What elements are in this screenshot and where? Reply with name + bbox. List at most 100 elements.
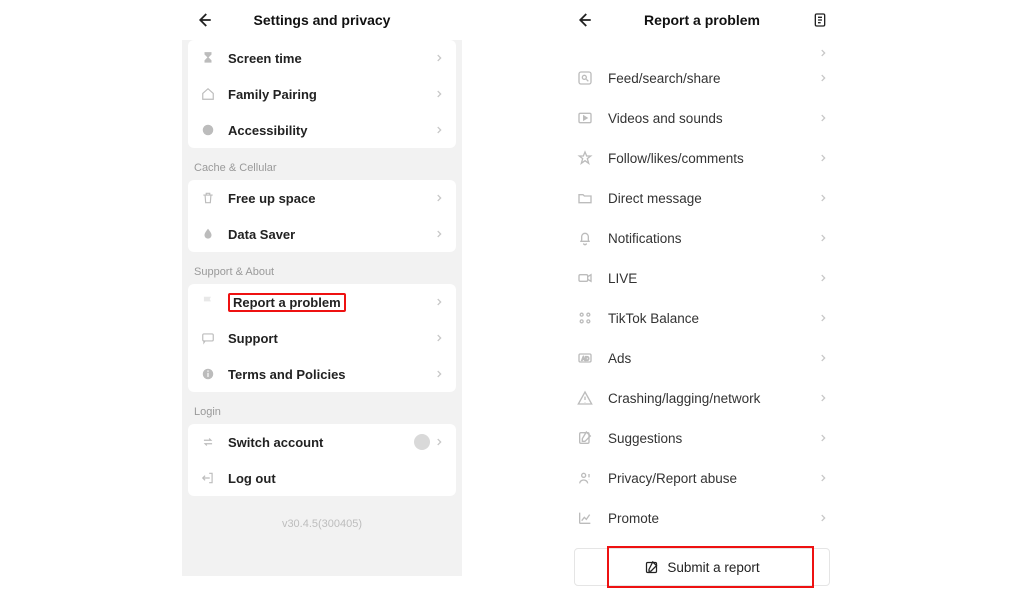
version-text: v30.4.5(300405)	[182, 500, 462, 540]
grid-icon	[576, 309, 594, 327]
row-feed-search-share[interactable]: Feed/search/share	[562, 58, 842, 98]
row-label: Suggestions	[608, 431, 818, 446]
ad-icon: AD	[576, 349, 594, 367]
avatar-icon	[414, 434, 430, 450]
chevron-right-icon	[434, 369, 444, 379]
row-label: LIVE	[608, 271, 818, 286]
cache-card: Free up space Data Saver	[188, 180, 456, 252]
report-phone: Report a problem Feed/search/share Video…	[562, 0, 842, 576]
video-icon	[576, 109, 594, 127]
chevron-right-icon	[434, 297, 444, 307]
flag-icon	[200, 294, 216, 310]
section-header-support: Support & About	[182, 256, 462, 284]
chevron-right-icon	[818, 113, 828, 123]
edit-note-icon	[576, 429, 594, 447]
row-label: Terms and Policies	[228, 367, 434, 382]
row-privacy-report[interactable]: Privacy/Report abuse	[562, 458, 842, 498]
row-ads[interactable]: AD Ads	[562, 338, 842, 378]
row-label: TikTok Balance	[608, 311, 818, 326]
row-tiktok-balance[interactable]: TikTok Balance	[562, 298, 842, 338]
chevron-right-icon	[818, 353, 828, 363]
row-label: Accessibility	[228, 123, 434, 138]
folder-icon	[576, 189, 594, 207]
row-family-pairing[interactable]: Family Pairing	[188, 76, 456, 112]
chevron-right-icon	[434, 125, 444, 135]
row-suggestions[interactable]: Suggestions	[562, 418, 842, 458]
row-support[interactable]: Support	[188, 320, 456, 356]
row-label: Data Saver	[228, 227, 434, 242]
row-accessibility[interactable]: Accessibility	[188, 112, 456, 148]
form-icon	[812, 12, 828, 28]
row-direct-message[interactable]: Direct message	[562, 178, 842, 218]
compose-icon	[644, 560, 659, 575]
chat-icon	[200, 330, 216, 346]
row-live[interactable]: LIVE	[562, 258, 842, 298]
star-icon	[576, 149, 594, 167]
row-promote[interactable]: Promote	[562, 498, 842, 538]
settings-phone: Settings and privacy Screen time Family …	[182, 0, 462, 576]
content-card: Screen time Family Pairing Accessibility	[188, 40, 456, 148]
row-videos-sounds[interactable]: Videos and sounds	[562, 98, 842, 138]
row-label: Log out	[228, 471, 444, 486]
chevron-right-icon	[434, 229, 444, 239]
row-label: Switch account	[228, 435, 414, 450]
row-label: Notifications	[608, 231, 818, 246]
row-log-out[interactable]: Log out	[188, 460, 456, 496]
row-label: Privacy/Report abuse	[608, 471, 818, 486]
chevron-right-icon	[818, 153, 828, 163]
form-history-button[interactable]	[810, 10, 830, 30]
section-header-login: Login	[182, 396, 462, 424]
row-free-up-space[interactable]: Free up space	[188, 180, 456, 216]
row-crashing[interactable]: Crashing/lagging/network	[562, 378, 842, 418]
support-card: Report a problem Support Terms and Polic…	[188, 284, 456, 392]
row-label: Free up space	[228, 191, 434, 206]
chevron-right-icon	[818, 73, 828, 83]
row-follow-likes-comments[interactable]: Follow/likes/comments	[562, 138, 842, 178]
search-page-icon	[576, 69, 594, 87]
logout-icon	[200, 470, 216, 486]
droplet-icon	[200, 226, 216, 242]
back-button[interactable]	[194, 10, 214, 30]
chevron-right-icon	[434, 53, 444, 63]
row-notifications[interactable]: Notifications	[562, 218, 842, 258]
chevron-right-icon	[434, 333, 444, 343]
row-report-problem[interactable]: Report a problem	[188, 284, 456, 320]
chevron-right-icon	[434, 437, 444, 447]
warning-icon	[576, 389, 594, 407]
submit-wrap: Submit a report	[562, 538, 842, 592]
accessibility-icon	[200, 122, 216, 138]
trash-icon	[200, 190, 216, 206]
row-label: Crashing/lagging/network	[608, 391, 818, 406]
chevron-right-icon	[818, 48, 828, 58]
row-partial-top[interactable]	[562, 40, 842, 58]
row-data-saver[interactable]: Data Saver	[188, 216, 456, 252]
row-label: Screen time	[228, 51, 434, 66]
row-switch-account[interactable]: Switch account	[188, 424, 456, 460]
bell-icon	[576, 229, 594, 247]
back-button[interactable]	[574, 10, 594, 30]
row-label: Family Pairing	[228, 87, 434, 102]
info-icon	[200, 366, 216, 382]
submit-report-button[interactable]: Submit a report	[574, 548, 830, 586]
submit-label: Submit a report	[667, 560, 759, 575]
chevron-right-icon	[818, 393, 828, 403]
row-label: Report a problem	[228, 293, 434, 312]
chevron-right-icon	[434, 193, 444, 203]
back-arrow-icon	[195, 11, 213, 29]
login-card: Switch account Log out	[188, 424, 456, 496]
hourglass-icon	[200, 50, 216, 66]
report-topbar: Report a problem	[562, 0, 842, 40]
row-label: Ads	[608, 351, 818, 366]
row-label: Support	[228, 331, 434, 346]
row-label: Promote	[608, 511, 818, 526]
chevron-right-icon	[818, 233, 828, 243]
row-terms-policies[interactable]: Terms and Policies	[188, 356, 456, 392]
section-header-cache: Cache & Cellular	[182, 152, 462, 180]
chevron-right-icon	[818, 513, 828, 523]
row-screen-time[interactable]: Screen time	[188, 40, 456, 76]
row-label: Direct message	[608, 191, 818, 206]
chevron-right-icon	[818, 313, 828, 323]
chevron-right-icon	[818, 193, 828, 203]
row-label: Feed/search/share	[608, 71, 818, 86]
person-alert-icon	[576, 469, 594, 487]
